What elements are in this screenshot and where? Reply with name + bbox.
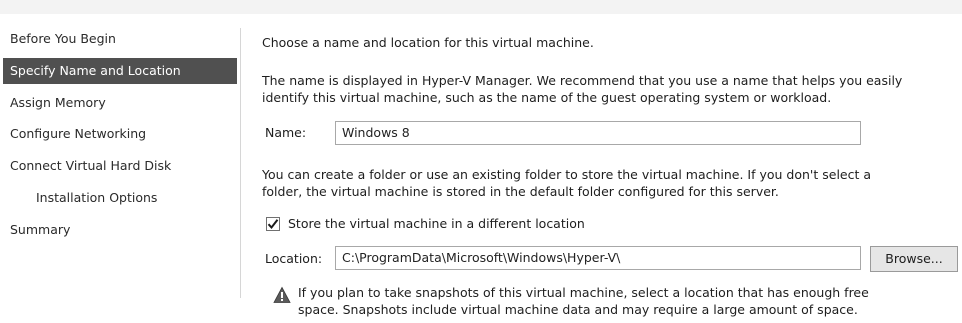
name-input[interactable]: Windows 8 [335,121,861,145]
sidebar-item-installation-options[interactable]: Installation Options [3,185,237,211]
main-panel: Choose a name and location for this virt… [262,0,962,323]
store-location-checkbox[interactable] [266,217,280,231]
sidebar-item-summary[interactable]: Summary [3,217,237,243]
folder-text-line-2: folder, the virtual machine is stored in… [262,184,779,199]
sidebar-item-configure-networking[interactable]: Configure Networking [3,121,237,147]
store-location-checkbox-label[interactable]: Store the virtual machine in a different… [288,215,585,233]
warning-text-line-1: If you plan to take snapshots of this vi… [298,285,869,300]
intro-text-line-2: identify this virtual machine, such as t… [262,90,832,105]
warning-text-line-2: space. Snapshots include virtual machine… [298,302,858,317]
wizard-step-list: Before You Begin Specify Name and Locati… [0,14,240,323]
checkmark-icon [267,219,279,230]
intro-text-line-1: The name is displayed in Hyper-V Manager… [262,73,903,88]
warning-icon [273,286,291,303]
sidebar-item-assign-memory[interactable]: Assign Memory [3,90,237,116]
location-label: Location: [265,251,323,266]
browse-button[interactable]: Browse... [870,246,958,272]
sidebar-item-specify-name-and-location[interactable]: Specify Name and Location [3,58,237,84]
sidebar-divider [240,28,241,298]
sidebar-item-connect-virtual-hard-disk[interactable]: Connect Virtual Hard Disk [3,153,237,179]
location-input[interactable]: C:\ProgramData\Microsoft\Windows\Hyper-V… [335,246,861,270]
folder-text-line-1: You can create a folder or use an existi… [262,167,872,182]
page-heading: Choose a name and location for this virt… [262,35,594,50]
sidebar-item-before-you-begin[interactable]: Before You Begin [3,26,237,52]
name-label: Name: [265,125,307,140]
